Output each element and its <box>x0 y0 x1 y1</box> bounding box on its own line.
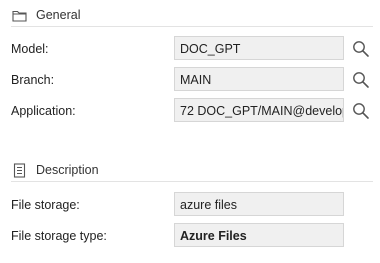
model-field[interactable]: DOC_GPT <box>174 36 344 60</box>
description-section-title: Description <box>36 163 99 177</box>
file-storage-type-field[interactable]: Azure Files <box>174 223 344 247</box>
document-icon <box>11 162 27 178</box>
file-storage-row: File storage: azure files <box>0 192 380 218</box>
file-storage-field[interactable]: azure files <box>174 192 344 216</box>
application-label: Application: <box>11 104 76 118</box>
general-section-header: General <box>11 4 373 27</box>
file-storage-type-label: File storage type: <box>11 229 107 243</box>
application-field[interactable]: 72 DOC_GPT/MAIN@develop <box>174 98 344 122</box>
folder-icon <box>11 7 27 23</box>
model-label: Model: <box>11 42 49 56</box>
file-storage-type-row: File storage type: Azure Files <box>0 223 380 249</box>
model-search-icon[interactable] <box>351 39 371 59</box>
model-row: Model: DOC_GPT <box>0 36 380 62</box>
branch-field[interactable]: MAIN <box>174 67 344 91</box>
description-section-header: Description <box>11 159 373 182</box>
branch-row: Branch: MAIN <box>0 67 380 93</box>
file-storage-label: File storage: <box>11 198 80 212</box>
branch-search-icon[interactable] <box>351 70 371 90</box>
application-search-icon[interactable] <box>351 101 371 121</box>
application-row: Application: 72 DOC_GPT/MAIN@develop <box>0 98 380 124</box>
general-section-title: General <box>36 8 81 22</box>
branch-label: Branch: <box>11 73 55 87</box>
